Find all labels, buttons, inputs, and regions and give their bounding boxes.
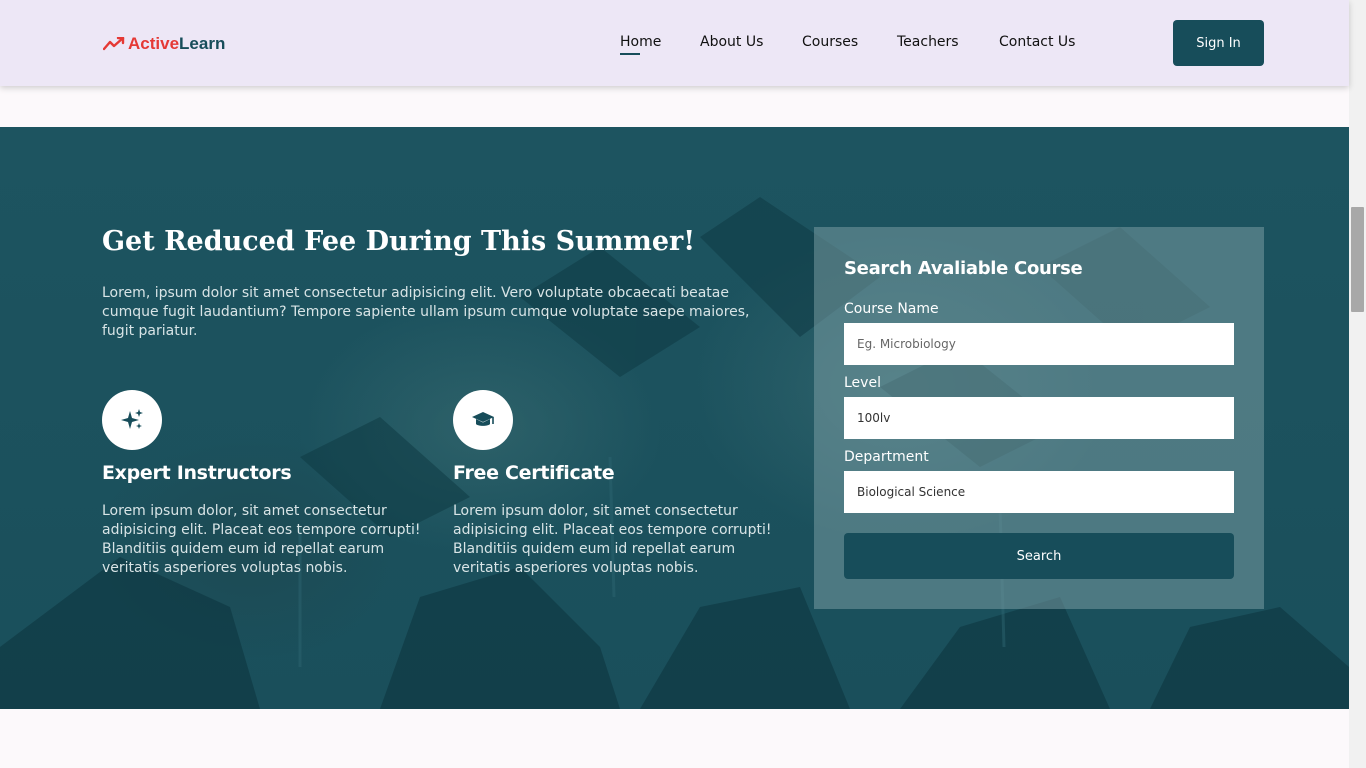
feature-title: Expert Instructors — [102, 462, 292, 484]
search-button[interactable]: Search — [844, 533, 1234, 579]
department-input[interactable] — [844, 471, 1234, 513]
search-panel-title: Search Avaliable Course — [844, 258, 1083, 279]
feature-free-certificate: Free Certificate Lorem ipsum dolor, sit … — [453, 390, 783, 578]
sparkles-icon — [121, 409, 143, 429]
nav-about-us[interactable]: About Us — [700, 34, 763, 50]
feature-title: Free Certificate — [453, 462, 615, 484]
site-header: Active Learn Home About Us Courses Teache… — [0, 0, 1349, 86]
hero-title: Get Reduced Fee During This Summer! — [102, 226, 696, 257]
trending-up-icon — [103, 37, 125, 51]
department-label: Department — [844, 449, 929, 465]
scrollbar-thumb[interactable] — [1351, 207, 1364, 312]
graduation-cap-icon — [472, 412, 494, 426]
hero-description: Lorem, ipsum dolor sit amet consectetur … — [102, 285, 750, 339]
feature-expert-instructors: Expert Instructors Lorem ipsum dolor, si… — [102, 390, 432, 578]
logo-text-active: Active — [128, 34, 180, 53]
nav-contact-us[interactable]: Contact Us — [999, 34, 1075, 50]
sign-in-button[interactable]: Sign In — [1173, 20, 1264, 66]
logo[interactable]: Active Learn — [103, 33, 225, 55]
nav-courses[interactable]: Courses — [802, 34, 858, 50]
course-name-label: Course Name — [844, 301, 939, 317]
logo-text-learn: Learn — [179, 34, 226, 53]
feature-icon-circle — [102, 390, 162, 450]
level-label: Level — [844, 375, 881, 391]
scrollbar-track[interactable] — [1349, 0, 1366, 768]
feature-icon-circle — [453, 390, 513, 450]
course-name-input[interactable] — [844, 323, 1234, 365]
nav-home[interactable]: Home — [620, 34, 661, 55]
feature-text: Lorem ipsum dolor, sit amet consectetur … — [453, 503, 772, 576]
level-input[interactable] — [844, 397, 1234, 439]
promo-hero: Get Reduced Fee During This Summer! Lore… — [0, 127, 1349, 709]
nav-teachers[interactable]: Teachers — [897, 34, 959, 50]
course-search-panel: Search Avaliable Course Course Name Leve… — [814, 227, 1264, 609]
feature-text: Lorem ipsum dolor, sit amet consectetur … — [102, 503, 421, 576]
